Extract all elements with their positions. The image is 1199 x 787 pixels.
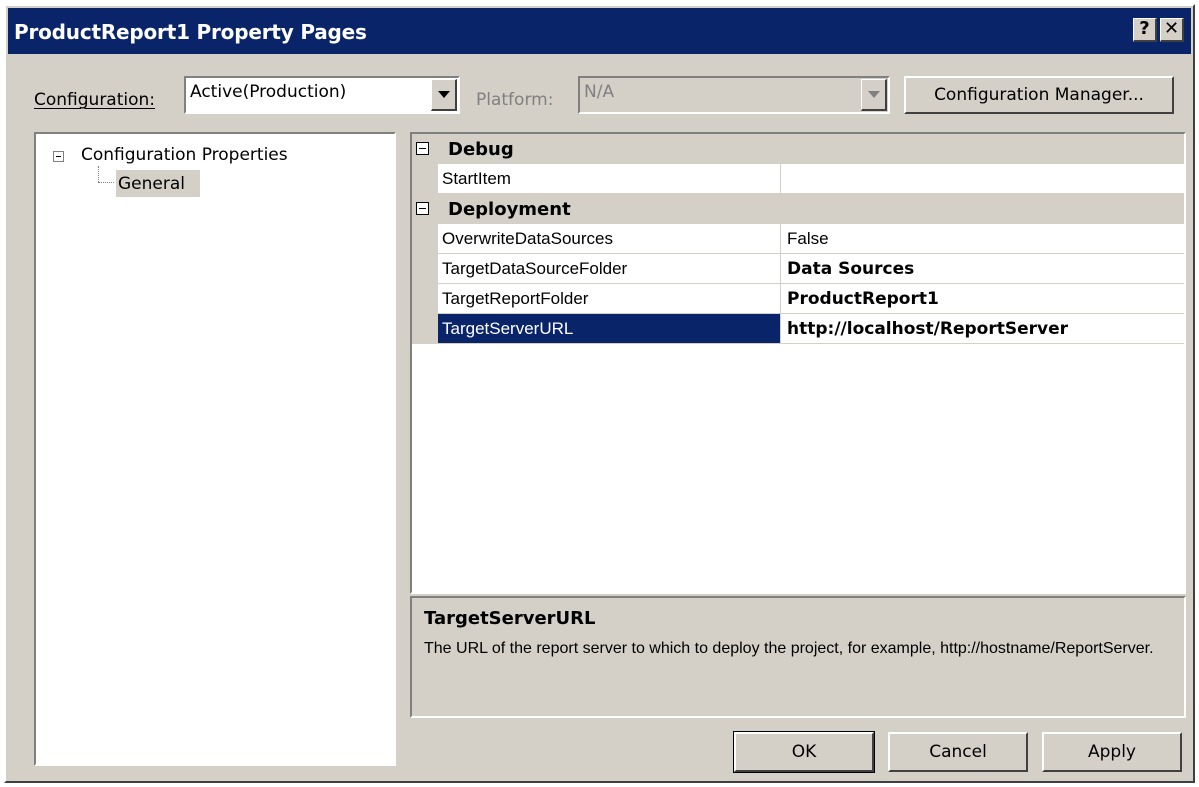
property-name: TargetDataSourceFolder — [438, 254, 781, 284]
platform-label: Platform: — [476, 90, 554, 110]
row-gutter — [412, 254, 438, 284]
category-name: Deployment — [448, 199, 571, 220]
cancel-button[interactable]: Cancel — [888, 732, 1028, 772]
configuration-label: Configuration: — [34, 90, 156, 110]
property-name: TargetServerURL — [438, 314, 781, 344]
property-row-targetdatasourcefolder[interactable]: TargetDataSourceFolder Data Sources — [412, 254, 1184, 284]
title-bar[interactable]: ProductReport1 Property Pages ? ✕ — [8, 8, 1191, 54]
property-name: TargetReportFolder — [438, 284, 781, 314]
collapse-icon[interactable] — [416, 142, 429, 155]
description-title: TargetServerURL — [424, 608, 596, 629]
property-row-targetserverurl[interactable]: TargetServerURL http://localhost/ReportS… — [412, 314, 1184, 344]
property-row-targetreportfolder[interactable]: TargetReportFolder ProductReport1 — [412, 284, 1184, 314]
chevron-down-icon — [861, 79, 887, 111]
collapse-icon[interactable] — [53, 151, 64, 162]
description-text: The URL of the report server to which to… — [424, 640, 1154, 657]
close-button[interactable]: ✕ — [1160, 18, 1184, 42]
category-name: Debug — [448, 139, 514, 160]
tree-item-general-label: General — [118, 174, 185, 194]
configuration-value: Active(Production) — [190, 82, 347, 102]
property-value[interactable]: ProductReport1 — [781, 284, 1184, 314]
settings-tree: Configuration Properties General — [34, 132, 396, 766]
configuration-dropdown[interactable]: Active(Production) — [184, 76, 460, 114]
category-deployment[interactable]: Deployment — [412, 194, 1184, 224]
platform-dropdown: N/A — [578, 76, 890, 114]
collapse-icon[interactable] — [416, 202, 429, 215]
property-value[interactable]: False — [781, 224, 1184, 254]
ok-button[interactable]: OK — [733, 731, 875, 773]
tree-item-general[interactable]: General — [116, 170, 200, 197]
apply-button[interactable]: Apply — [1042, 732, 1182, 772]
property-row-startitem[interactable]: StartItem — [412, 164, 1184, 194]
chevron-down-icon[interactable] — [431, 79, 457, 111]
property-value[interactable]: http://localhost/ReportServer — [781, 314, 1184, 344]
tree-item-configuration-properties[interactable]: Configuration Properties — [81, 145, 288, 165]
property-row-overwritedatasources[interactable]: OverwriteDataSources False — [412, 224, 1184, 254]
window-title: ProductReport1 Property Pages — [14, 20, 367, 44]
property-name: OverwriteDataSources — [438, 224, 781, 254]
property-grid-empty-area — [412, 344, 1184, 592]
property-value[interactable] — [781, 164, 1184, 194]
category-debug[interactable]: Debug — [412, 134, 1184, 164]
tree-connector — [98, 166, 100, 182]
row-gutter — [412, 164, 438, 194]
property-pages-dialog: ProductReport1 Property Pages ? ✕ Config… — [4, 4, 1195, 783]
property-value[interactable]: Data Sources — [781, 254, 1184, 284]
row-gutter — [412, 284, 438, 314]
property-grid: Debug StartItem Deployment OverwriteData… — [410, 132, 1186, 594]
platform-value: N/A — [584, 82, 615, 102]
configuration-manager-button[interactable]: Configuration Manager... — [904, 76, 1174, 114]
row-gutter — [412, 314, 438, 344]
help-button[interactable]: ? — [1133, 18, 1157, 42]
property-name: StartItem — [438, 164, 781, 194]
tree-connector — [98, 182, 114, 184]
description-pane: TargetServerURL The URL of the report se… — [410, 596, 1186, 718]
row-gutter — [412, 224, 438, 254]
